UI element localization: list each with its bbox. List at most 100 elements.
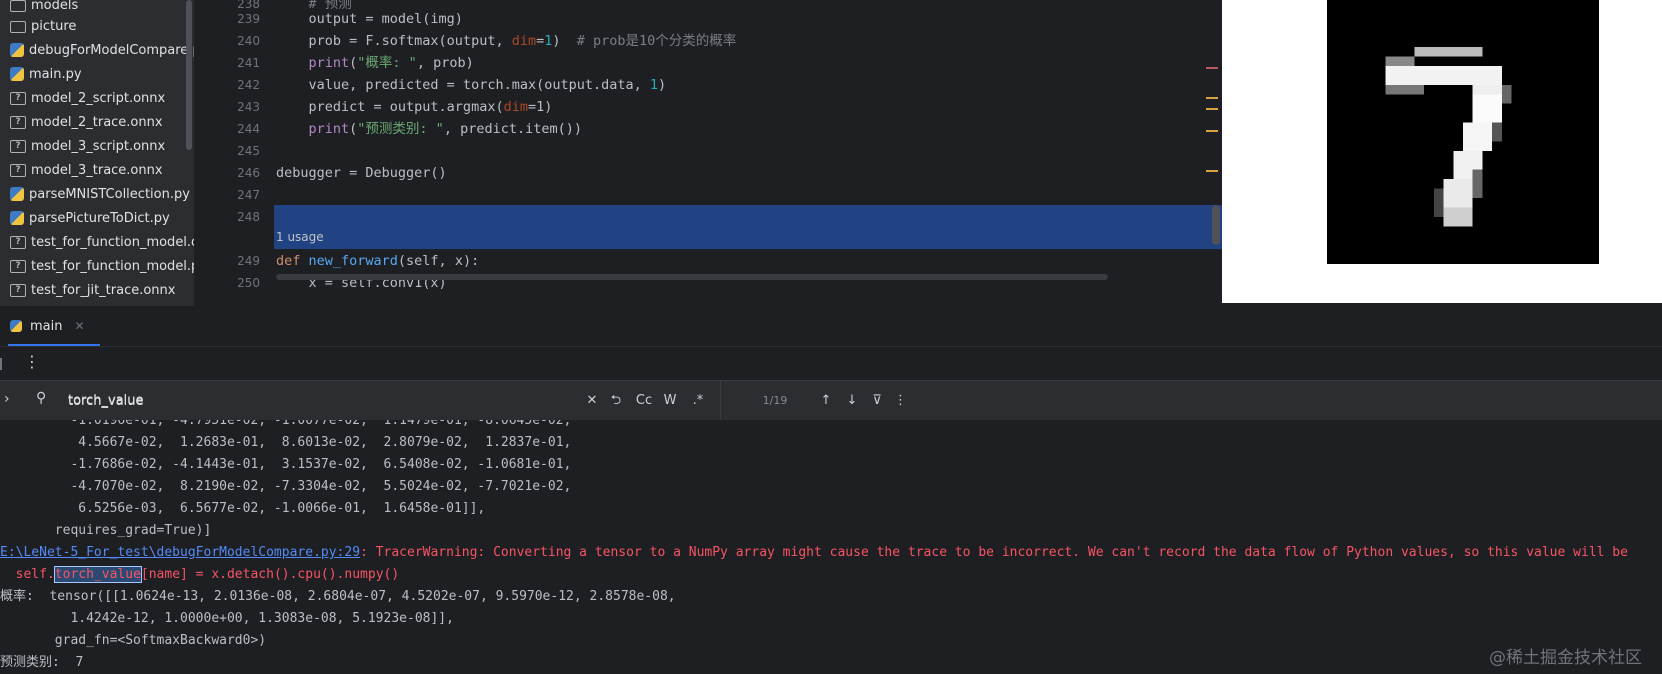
replace-icon[interactable]: ⮌ bbox=[606, 391, 626, 411]
console-line: 预测类别: 7 bbox=[0, 655, 84, 670]
line-number: 250 bbox=[237, 276, 260, 290]
search-icon[interactable]: ⚲ bbox=[36, 390, 46, 406]
code-line: print("预测类别: ", predict.item()) bbox=[308, 121, 582, 137]
tree-item-parsemnistcollection[interactable]: parseMNISTCollection.py bbox=[0, 183, 194, 205]
warning-stripe-marker[interactable] bbox=[1206, 108, 1218, 110]
whole-words-button[interactable]: W bbox=[661, 391, 679, 411]
tree-item-picture[interactable]: picture bbox=[0, 15, 194, 37]
run-tool-window-tabbar: main ✕ bbox=[0, 306, 1662, 346]
console-line: -4.7070e-02, 8.2190e-02, -7.3304e-02, 5.… bbox=[0, 479, 572, 494]
console-line: -1.7686e-02, -4.1443e-01, 3.1537e-02, 6.… bbox=[0, 457, 572, 472]
code-line: value, predicted = torch.max(output.data… bbox=[276, 77, 667, 93]
tree-item-debugformodelcompare[interactable]: debugForModelCompare.py bbox=[0, 39, 194, 61]
close-icon[interactable]: ✕ bbox=[74, 319, 84, 333]
unknown-file-icon: ? bbox=[10, 163, 26, 177]
tree-item-test-function-model-onnx[interactable]: ? test_for_function_model.onnx bbox=[0, 231, 194, 253]
code-line: predict = output.argmax(dim=1) bbox=[276, 99, 553, 115]
warning-stripe-marker[interactable] bbox=[1206, 97, 1218, 99]
line-number: 248 bbox=[237, 210, 260, 224]
unknown-file-icon: ? bbox=[10, 91, 26, 105]
filter-icon[interactable]: ⊽ bbox=[869, 391, 885, 411]
console-line: 4.5667e-02, 1.2683e-01, 8.6013e-02, 2.80… bbox=[0, 435, 572, 450]
source-link[interactable]: E:\LeNet-5_For_test\debugForModelCompare… bbox=[0, 545, 360, 560]
tree-item-label: model_2_script.onnx bbox=[31, 90, 166, 106]
folder-icon bbox=[10, 21, 26, 33]
tree-item-label: parsePictureToDict.py bbox=[29, 210, 170, 226]
project-tree: models picture debugForModelCompare.py m… bbox=[0, 0, 194, 306]
tab-main[interactable]: main ✕ bbox=[10, 306, 85, 346]
image-viewer bbox=[1222, 0, 1662, 303]
line-number: 246 bbox=[237, 166, 260, 180]
code-line: print("概率: ", prob) bbox=[308, 55, 474, 71]
tree-item-model-2-script[interactable]: ? model_2_script.onnx bbox=[0, 87, 194, 109]
more-options-icon[interactable]: ⋮ bbox=[894, 391, 907, 411]
code-line: output = model(img) bbox=[276, 11, 463, 27]
console-line: 6.5256e-03, 6.5677e-02, -1.0066e-01, 1.6… bbox=[0, 501, 486, 516]
digit-image bbox=[1327, 0, 1599, 264]
tree-item-label: test_for_jit_trace.onnx bbox=[31, 282, 176, 298]
tree-item-label: main.py bbox=[29, 66, 82, 82]
python-file-icon bbox=[10, 43, 24, 57]
console-line: 1.4242e-12, 1.0000e+00, 1.3083e-08, 5.19… bbox=[0, 611, 454, 626]
python-file-icon bbox=[10, 187, 24, 201]
code-editor[interactable]: 238 239 240 241 242 243 244 245 246 247 … bbox=[194, 0, 1222, 306]
tree-item-label: model_3_script.onnx bbox=[31, 138, 166, 154]
tree-item-model-2-trace[interactable]: ? model_2_trace.onnx bbox=[0, 111, 194, 133]
console-warning-line: E:\LeNet-5_For_test\debugForModelCompare… bbox=[0, 542, 1628, 564]
python-file-icon bbox=[10, 211, 24, 225]
code-line: debugger = Debugger() bbox=[276, 165, 447, 181]
match-case-button[interactable]: Cc bbox=[633, 391, 655, 411]
search-divider bbox=[720, 381, 721, 421]
tree-item-models[interactable]: models bbox=[0, 0, 194, 16]
tree-item-label: models bbox=[31, 0, 79, 13]
regex-button[interactable]: .* bbox=[688, 391, 708, 411]
editor-scrollbar[interactable] bbox=[1212, 205, 1220, 245]
clear-search-icon[interactable]: ✕ bbox=[584, 391, 600, 411]
console-search-bar: › ⚲ torch_value ✕ ⮌ Cc W .* 1/19 ↑ ↓ ⊽ ⋮ bbox=[0, 380, 1662, 422]
tree-item-label: picture bbox=[31, 18, 77, 34]
console-line: grad_fn=<SoftmaxBackward0>) bbox=[0, 633, 267, 648]
line-number: 239 bbox=[237, 12, 260, 26]
expand-icon[interactable]: › bbox=[4, 391, 10, 407]
tree-item-label: test_for_function_model.onnx bbox=[31, 234, 194, 250]
line-number: 243 bbox=[237, 100, 260, 114]
tree-scrollbar[interactable] bbox=[186, 0, 192, 150]
error-stripe-marker[interactable] bbox=[1206, 67, 1218, 69]
console-output[interactable]: -1.0196e-01, -4.7951e-02, -1.0077e-02, 1… bbox=[0, 420, 1662, 674]
tree-item-test-jit-trace[interactable]: ? test_for_jit_trace.onnx bbox=[0, 279, 194, 301]
tree-item-label: debugForModelCompare.py bbox=[29, 42, 194, 58]
unknown-file-icon: ? bbox=[10, 139, 26, 153]
line-number: 240 bbox=[237, 34, 260, 48]
line-number: 249 bbox=[237, 254, 260, 268]
more-options-icon[interactable]: ⋮ bbox=[24, 352, 40, 371]
tree-item-test-function-model-pt[interactable]: ? test_for_function_model.pt bbox=[0, 255, 194, 277]
code-line: def new_forward(self, x): bbox=[276, 253, 480, 269]
warning-stripe-marker[interactable] bbox=[1206, 170, 1218, 172]
line-number: 242 bbox=[237, 78, 260, 92]
python-file-icon bbox=[10, 67, 24, 81]
console-line: requires_grad=True)] bbox=[0, 523, 212, 538]
line-number: 247 bbox=[237, 188, 260, 202]
tree-item-main[interactable]: main.py bbox=[0, 63, 194, 85]
tree-item-model-3-script[interactable]: ? model_3_script.onnx bbox=[0, 135, 194, 157]
current-line-highlight bbox=[274, 205, 1222, 249]
warning-stripe-marker[interactable] bbox=[1206, 130, 1218, 132]
tree-item-model-3-trace[interactable]: ? model_3_trace.onnx bbox=[0, 159, 194, 181]
code-line: prob = F.softmax(output, dim=1) # prob是1… bbox=[276, 33, 737, 49]
console-warning-code: self.torch_value[name] = x.detach().cpu(… bbox=[0, 566, 400, 583]
tree-item-label: parseMNISTCollection.py bbox=[29, 186, 190, 202]
previous-match-icon[interactable]: ↑ bbox=[818, 391, 834, 411]
console-line: -1.0196e-01, -4.7951e-02, -1.0077e-02, 1… bbox=[0, 420, 572, 428]
watermark: @稀土掘金技术社区 bbox=[1489, 648, 1642, 668]
next-match-icon[interactable]: ↓ bbox=[844, 391, 860, 411]
unknown-file-icon: ? bbox=[10, 259, 26, 273]
unknown-file-icon: ? bbox=[10, 283, 26, 297]
tree-item-label: model_2_trace.onnx bbox=[31, 114, 163, 130]
match-counter: 1/19 bbox=[762, 394, 788, 407]
line-number: 245 bbox=[237, 144, 260, 158]
warning-text: : TracerWarning: Converting a tensor to … bbox=[360, 545, 1628, 560]
usage-hint[interactable]: 1 usage bbox=[276, 230, 324, 244]
tree-item-parsepicturetodict[interactable]: parsePictureToDict.py bbox=[0, 207, 194, 229]
search-input[interactable] bbox=[68, 391, 568, 411]
editor-horizontal-scrollbar[interactable] bbox=[276, 274, 1108, 280]
